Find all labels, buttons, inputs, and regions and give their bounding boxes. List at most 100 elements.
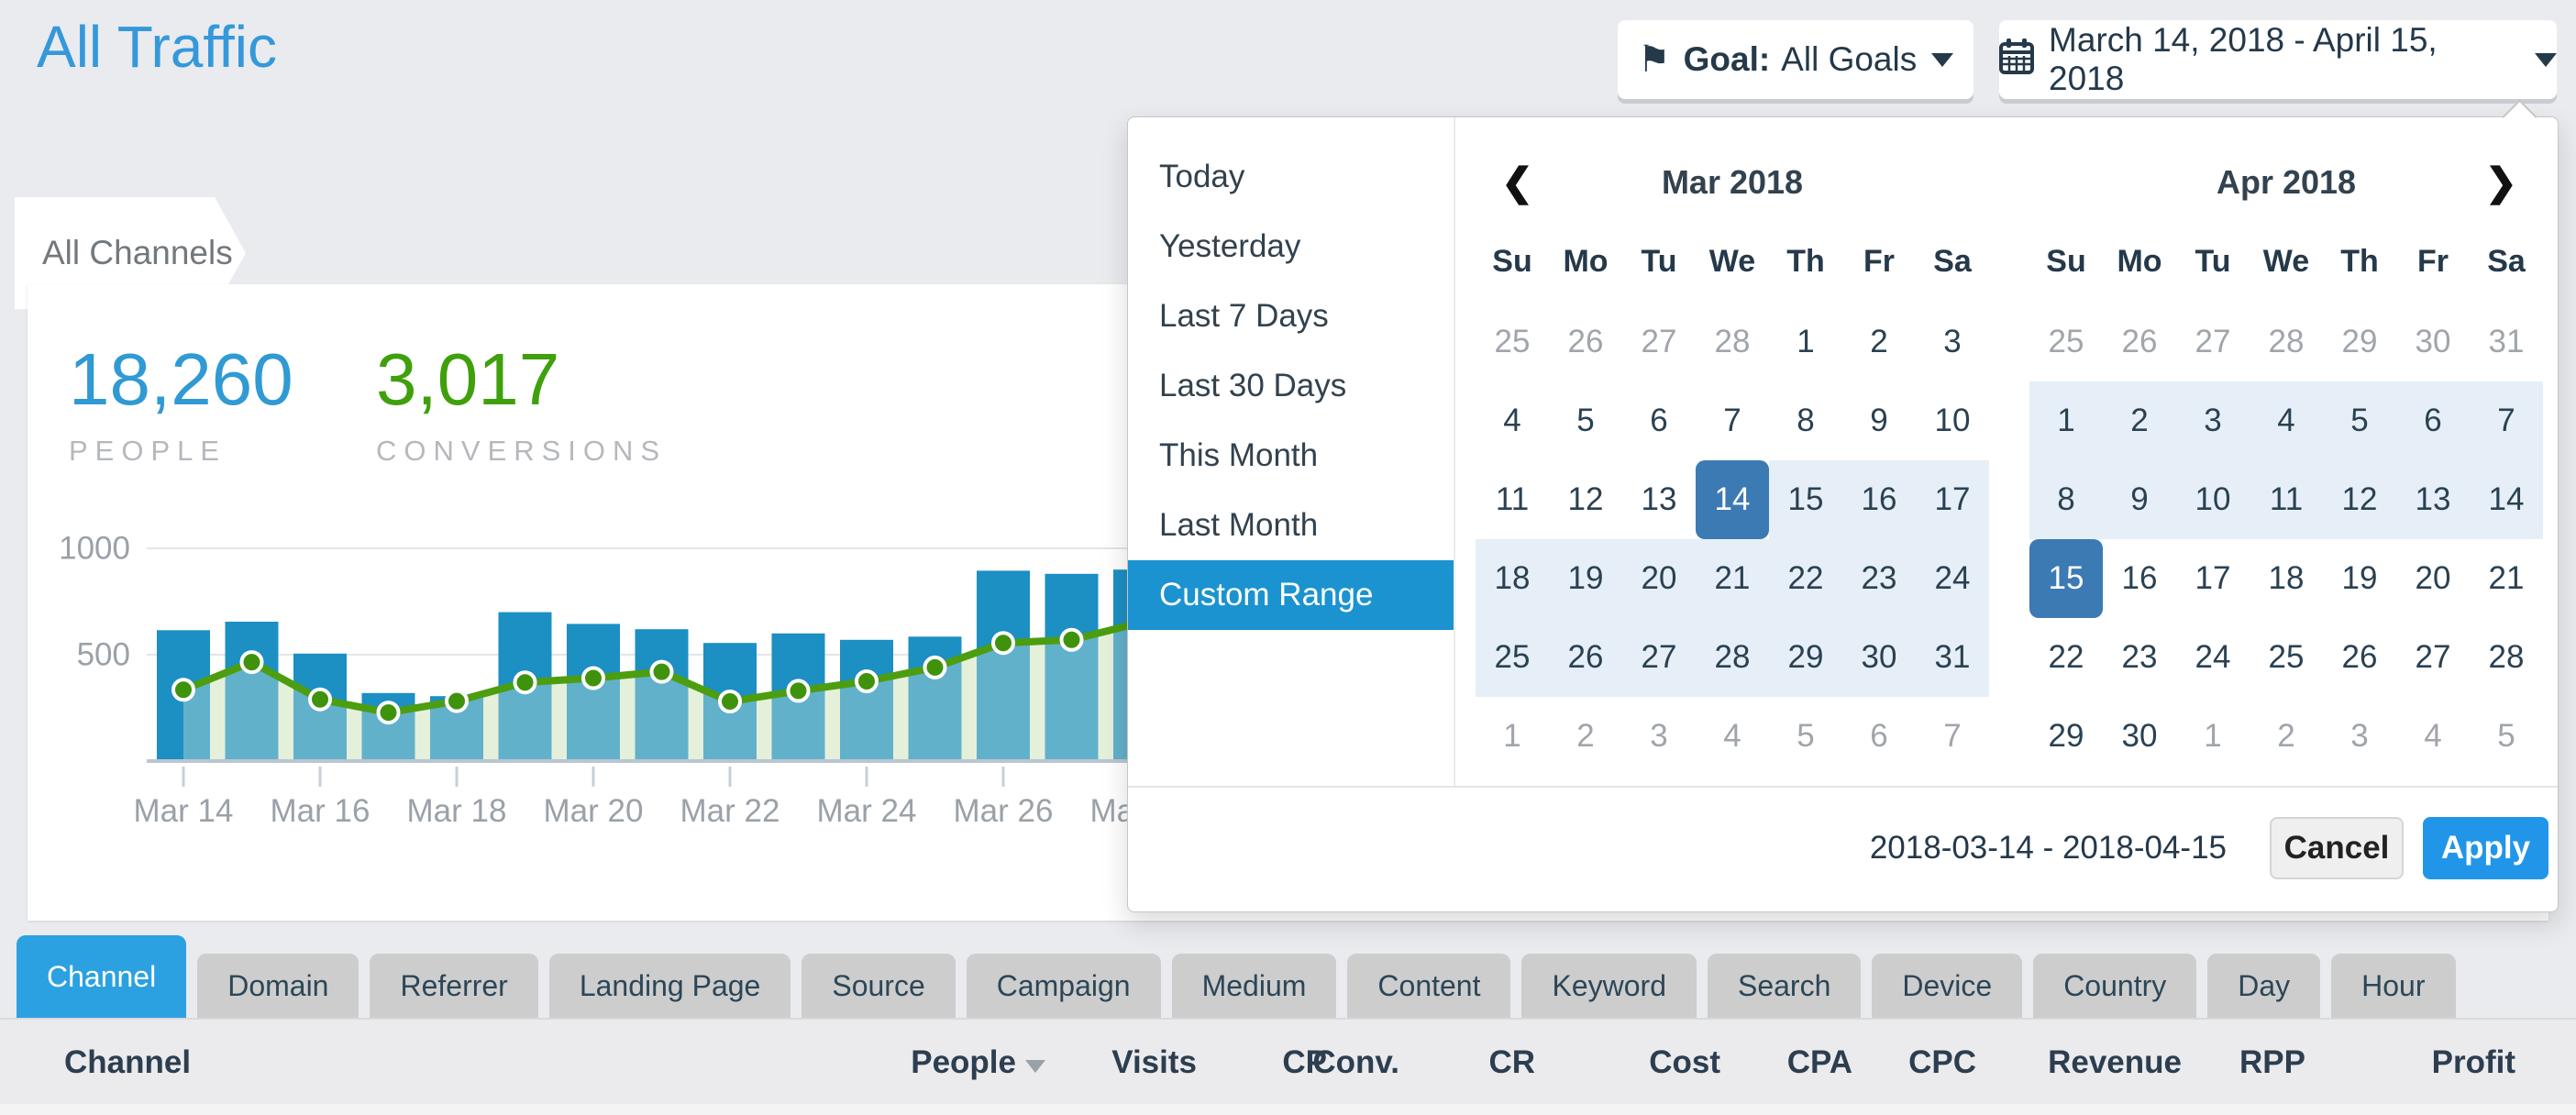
day-cell-25[interactable]: 25 bbox=[1476, 618, 1549, 697]
conversions-point-mar-20[interactable] bbox=[583, 668, 603, 689]
column-header-profit[interactable]: Profit bbox=[2432, 1020, 2515, 1106]
day-cell-27[interactable]: 27 bbox=[1622, 303, 1696, 381]
day-cell-16[interactable]: 16 bbox=[1842, 460, 1916, 539]
column-header-people[interactable]: People bbox=[911, 1020, 1045, 1106]
day-cell-14[interactable]: 14 bbox=[2470, 460, 2543, 539]
preset-today[interactable]: Today bbox=[1128, 142, 1454, 212]
day-cell-9[interactable]: 9 bbox=[1842, 381, 1916, 460]
day-cell-28[interactable]: 28 bbox=[1696, 303, 1769, 381]
day-cell-17[interactable]: 17 bbox=[2176, 539, 2250, 618]
day-cell-20[interactable]: 20 bbox=[1622, 539, 1696, 618]
day-cell-15[interactable]: 15 bbox=[1769, 460, 1842, 539]
day-cell-29[interactable]: 29 bbox=[2029, 697, 2103, 776]
tab-country[interactable]: Country bbox=[2033, 954, 2196, 1018]
day-cell-31[interactable]: 31 bbox=[2470, 303, 2543, 381]
day-cell-2[interactable]: 2 bbox=[1842, 303, 1916, 381]
day-cell-12[interactable]: 12 bbox=[2323, 460, 2396, 539]
day-cell-17[interactable]: 17 bbox=[1916, 460, 1989, 539]
day-cell-3[interactable]: 3 bbox=[2176, 381, 2250, 460]
day-cell-5[interactable]: 5 bbox=[1549, 381, 1622, 460]
day-cell-8[interactable]: 8 bbox=[2029, 460, 2103, 539]
day-cell-27[interactable]: 27 bbox=[1622, 618, 1696, 697]
goal-dropdown[interactable]: ⚑ Goal: All Goals bbox=[1618, 20, 1973, 99]
tab-search[interactable]: Search bbox=[1708, 954, 1861, 1018]
day-cell-25[interactable]: 25 bbox=[2029, 303, 2103, 381]
tab-device[interactable]: Device bbox=[1872, 954, 2022, 1018]
day-cell-26[interactable]: 26 bbox=[2323, 618, 2396, 697]
day-cell-14-selected[interactable]: 14 bbox=[1696, 460, 1769, 539]
column-header-channel[interactable]: Channel bbox=[64, 1020, 191, 1106]
day-cell-15-selected[interactable]: 15 bbox=[2029, 539, 2103, 618]
day-cell-20[interactable]: 20 bbox=[2396, 539, 2470, 618]
day-cell-4[interactable]: 4 bbox=[1696, 697, 1769, 776]
day-cell-16[interactable]: 16 bbox=[2103, 539, 2176, 618]
day-cell-28[interactable]: 28 bbox=[1696, 618, 1769, 697]
conversions-point-mar-25[interactable] bbox=[925, 657, 945, 678]
next-month-icon[interactable]: ❯ bbox=[2485, 145, 2517, 220]
column-header-revenue[interactable]: Revenue bbox=[2048, 1020, 2182, 1106]
conversions-point-mar-26[interactable] bbox=[993, 633, 1013, 653]
conversions-point-mar-14[interactable] bbox=[173, 679, 193, 700]
day-cell-30[interactable]: 30 bbox=[2103, 697, 2176, 776]
day-cell-4[interactable]: 4 bbox=[2250, 381, 2323, 460]
day-cell-4[interactable]: 4 bbox=[1476, 381, 1549, 460]
tab-campaign[interactable]: Campaign bbox=[967, 954, 1161, 1018]
day-cell-30[interactable]: 30 bbox=[2396, 303, 2470, 381]
day-cell-23[interactable]: 23 bbox=[1842, 539, 1916, 618]
day-cell-31[interactable]: 31 bbox=[1916, 618, 1989, 697]
conversions-point-mar-19[interactable] bbox=[515, 672, 536, 692]
tab-medium[interactable]: Medium bbox=[1172, 954, 1337, 1018]
conversions-point-mar-16[interactable] bbox=[310, 690, 330, 710]
tab-content[interactable]: Content bbox=[1347, 954, 1510, 1018]
day-cell-18[interactable]: 18 bbox=[2250, 539, 2323, 618]
day-cell-27[interactable]: 27 bbox=[2396, 618, 2470, 697]
column-header-cpc[interactable]: CPC bbox=[1908, 1020, 1976, 1106]
day-cell-6[interactable]: 6 bbox=[1842, 697, 1916, 776]
column-header-conv-[interactable]: Conv. bbox=[1312, 1020, 1399, 1106]
day-cell-18[interactable]: 18 bbox=[1476, 539, 1549, 618]
day-cell-10[interactable]: 10 bbox=[2176, 460, 2250, 539]
day-cell-26[interactable]: 26 bbox=[1549, 303, 1622, 381]
day-cell-19[interactable]: 19 bbox=[1549, 539, 1622, 618]
day-cell-22[interactable]: 22 bbox=[2029, 618, 2103, 697]
conversions-point-mar-21[interactable] bbox=[652, 662, 672, 682]
tab-keyword[interactable]: Keyword bbox=[1521, 954, 1697, 1018]
day-cell-21[interactable]: 21 bbox=[1696, 539, 1769, 618]
column-header-rpp[interactable]: RPP bbox=[2239, 1020, 2305, 1106]
day-cell-19[interactable]: 19 bbox=[2323, 539, 2396, 618]
day-cell-7[interactable]: 7 bbox=[1696, 381, 1769, 460]
day-cell-2[interactable]: 2 bbox=[2103, 381, 2176, 460]
day-cell-24[interactable]: 24 bbox=[1916, 539, 1989, 618]
day-cell-28[interactable]: 28 bbox=[2250, 303, 2323, 381]
conversions-point-mar-23[interactable] bbox=[789, 680, 809, 701]
day-cell-4[interactable]: 4 bbox=[2396, 697, 2470, 776]
conversions-point-mar-24[interactable] bbox=[857, 671, 877, 691]
day-cell-7[interactable]: 7 bbox=[1916, 697, 1989, 776]
column-header-cpa[interactable]: CPA bbox=[1787, 1020, 1852, 1106]
tab-hour[interactable]: Hour bbox=[2331, 954, 2455, 1018]
day-cell-5[interactable]: 5 bbox=[2323, 381, 2396, 460]
day-cell-1[interactable]: 1 bbox=[1769, 303, 1842, 381]
day-cell-26[interactable]: 26 bbox=[2103, 303, 2176, 381]
day-cell-25[interactable]: 25 bbox=[2250, 618, 2323, 697]
day-cell-10[interactable]: 10 bbox=[1916, 381, 1989, 460]
day-cell-21[interactable]: 21 bbox=[2470, 539, 2543, 618]
day-cell-1[interactable]: 1 bbox=[2176, 697, 2250, 776]
tab-landing-page[interactable]: Landing Page bbox=[549, 954, 791, 1018]
tab-domain[interactable]: Domain bbox=[197, 954, 359, 1018]
date-range-dropdown[interactable]: March 14, 2018 - April 15, 2018 bbox=[1999, 20, 2557, 99]
day-cell-9[interactable]: 9 bbox=[2103, 460, 2176, 539]
preset-last-7-days[interactable]: Last 7 Days bbox=[1128, 282, 1454, 351]
day-cell-11[interactable]: 11 bbox=[1476, 460, 1549, 539]
day-cell-1[interactable]: 1 bbox=[1476, 697, 1549, 776]
day-cell-30[interactable]: 30 bbox=[1842, 618, 1916, 697]
cancel-button[interactable]: Cancel bbox=[2270, 817, 2404, 879]
apply-button[interactable]: Apply bbox=[2423, 817, 2548, 879]
column-header-cr[interactable]: CR bbox=[1488, 1020, 1535, 1106]
day-cell-26[interactable]: 26 bbox=[1549, 618, 1622, 697]
day-cell-22[interactable]: 22 bbox=[1769, 539, 1842, 618]
day-cell-28[interactable]: 28 bbox=[2470, 618, 2543, 697]
day-cell-13[interactable]: 13 bbox=[2396, 460, 2470, 539]
conversions-point-mar-17[interactable] bbox=[379, 702, 399, 723]
day-cell-11[interactable]: 11 bbox=[2250, 460, 2323, 539]
